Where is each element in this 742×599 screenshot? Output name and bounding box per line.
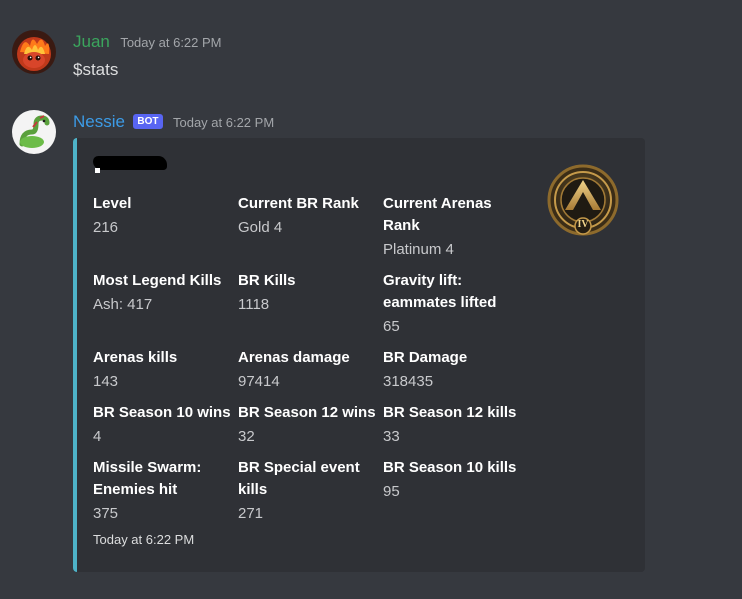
field-name: Current BR Rank [238,195,359,212]
field-name: Most Legend Kills [93,272,222,289]
field-value: 32 [238,428,255,445]
field-name: Current Arenas Rank [383,195,492,234]
embed-footer-timestamp: Today at 6:22 PM [93,532,195,547]
field-br-season-10-wins: BR Season 10 wins 4 [93,402,235,448]
field-name: BR Damage [383,349,468,366]
bot-badge: BOT [133,114,163,129]
field-name: BR Season 10 kills [383,459,517,476]
field-most-legend-kills: Most Legend Kills Ash: 417 [93,270,235,316]
message-header: Juan Today at 6:22 PM [73,32,222,52]
field-arenas-damage: Arenas damage 97414 [238,347,380,393]
field-br-kills: BR Kills 1118 [238,270,380,316]
field-name: BR Season 12 wins [238,404,376,421]
field-br-damage: BR Damage 318435 [383,347,525,393]
rank-tier-label: IV [577,219,589,230]
field-current-arenas-rank: Current Arenas Rank Platinum 4 [383,193,513,261]
field-value: 143 [93,373,119,390]
field-name: BR Kills [238,272,296,289]
field-name: Arenas kills [93,349,178,366]
field-value: 375 [93,505,119,522]
field-value: 4 [93,428,102,445]
field-name: Level [93,195,132,212]
field-name: Arenas damage [238,349,350,366]
field-missile-swarm: Missile Swarm: Enemies hit 375 [93,457,235,525]
field-name: Missile Swarm: Enemies hit [93,459,202,498]
field-arenas-kills: Arenas kills 143 [93,347,235,393]
stats-embed: IV Level 216 Current BR Rank Gold 4 Curr… [73,138,645,572]
redacted-author-name [93,156,167,170]
field-name: BR Special event kills [238,459,360,498]
field-value: 97414 [238,373,280,390]
field-value: Gold 4 [238,219,283,236]
field-value: 271 [238,505,264,522]
field-value: 318435 [383,373,434,390]
field-current-br-rank: Current BR Rank Gold 4 [238,193,380,239]
bot-avatar[interactable] [12,110,56,154]
field-name: BR Season 10 wins [93,404,231,421]
field-name: BR Season 12 kills [383,404,517,421]
user-avatar[interactable] [12,30,56,74]
field-value: 1118 [238,296,270,313]
field-level: Level 216 [93,193,235,239]
nessie-avatar-icon [12,110,56,154]
message-content: $stats [73,60,119,79]
field-value: Ash: 417 [93,296,153,313]
username[interactable]: Nessie [73,112,125,131]
field-value: 216 [93,219,119,236]
field-br-season-12-wins: BR Season 12 wins 32 [238,402,380,448]
field-value: 95 [383,483,400,500]
timestamp[interactable]: Today at 6:22 PM [173,115,274,130]
timestamp[interactable]: Today at 6:22 PM [120,35,221,50]
author-fragment [95,168,100,173]
fire-creature-avatar-icon [12,30,56,74]
message-header: Nessie BOT Today at 6:22 PM [73,112,274,132]
field-gravity-lift: Gravity lift: eammates lifted 65 [383,270,513,338]
field-value: Platinum 4 [383,241,454,258]
embed-thumbnail[interactable]: IV [545,164,621,240]
field-br-special-event-kills: BR Special event kills 271 [238,457,368,525]
field-name: Gravity lift: eammates lifted [383,272,497,311]
field-value: 33 [383,428,400,445]
username[interactable]: Juan [73,32,110,51]
field-value: 65 [383,318,400,335]
field-br-season-12-kills: BR Season 12 kills 33 [383,402,525,448]
field-br-season-10-kills: BR Season 10 kills 95 [383,457,525,503]
